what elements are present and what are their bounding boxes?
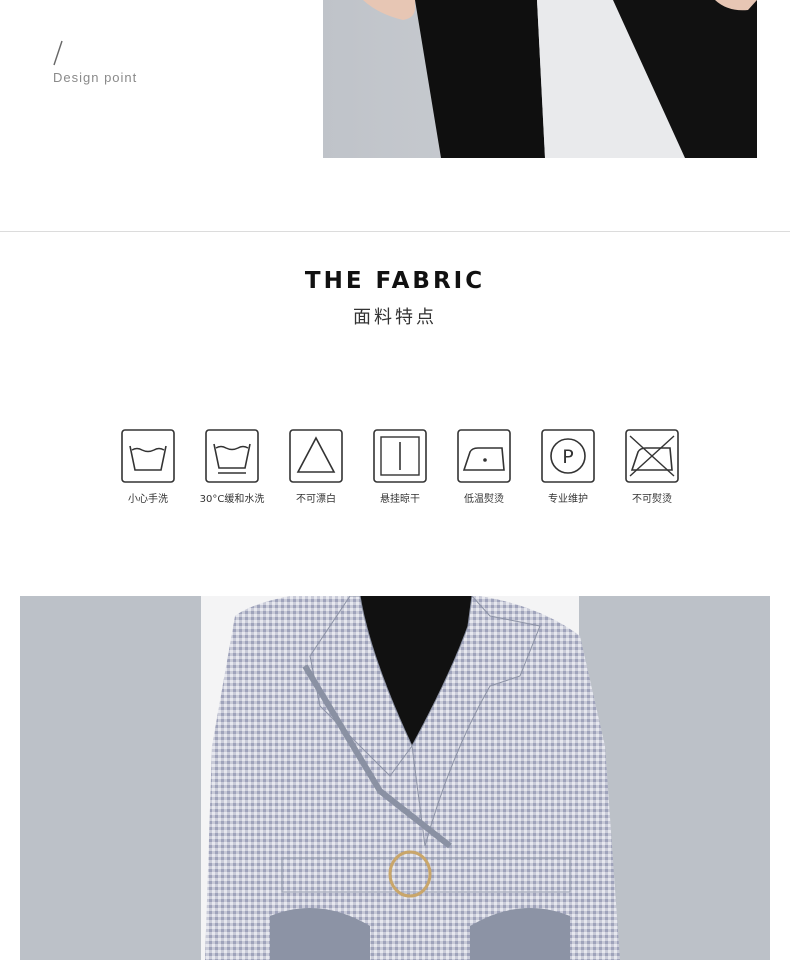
tweed-coat-photo — [20, 596, 770, 960]
care-label: 专业维护 — [548, 494, 588, 505]
care-label: 低温熨烫 — [464, 494, 504, 505]
care-label: 30°C缓和水洗 — [199, 494, 265, 505]
care-item-dry-clean: P 专业维护 — [532, 428, 604, 505]
bleach-icon — [289, 429, 343, 483]
section-divider — [0, 231, 790, 232]
care-item-wash-30: 30°C缓和水洗 — [196, 428, 268, 505]
model-legs-photo — [323, 0, 757, 158]
care-label: 小心手洗 — [128, 494, 168, 505]
care-item-bleach: 不可漂白 — [280, 428, 352, 505]
fabric-title-en: THE FABRIC — [304, 268, 486, 294]
care-item-no-iron: 不可熨烫 — [616, 428, 688, 505]
svg-text:P: P — [562, 446, 573, 468]
care-label: 悬挂晾干 — [380, 494, 420, 505]
wash-30-icon — [205, 429, 259, 483]
slash-mark — [53, 40, 63, 66]
care-item-hand-wash: 小心手洗 — [112, 428, 184, 505]
design-point-label: Design point — [53, 70, 138, 85]
hand-wash-icon — [121, 429, 175, 483]
dry-clean-p-icon: P — [541, 429, 595, 483]
low-iron-icon — [457, 429, 511, 483]
care-item-low-iron: 低温熨烫 — [448, 428, 520, 505]
care-instructions: 小心手洗 30°C缓和水洗 不可漂白 悬挂晾干 低温熨烫 P 专业维护 不可熨烫 — [112, 428, 682, 508]
no-iron-icon — [625, 429, 679, 483]
care-item-hang-dry: 悬挂晾干 — [364, 428, 436, 505]
fabric-title-cn: 面料特点 — [353, 307, 437, 328]
care-label: 不可熨烫 — [632, 494, 672, 505]
care-label: 不可漂白 — [296, 494, 336, 505]
hang-dry-icon — [373, 429, 427, 483]
